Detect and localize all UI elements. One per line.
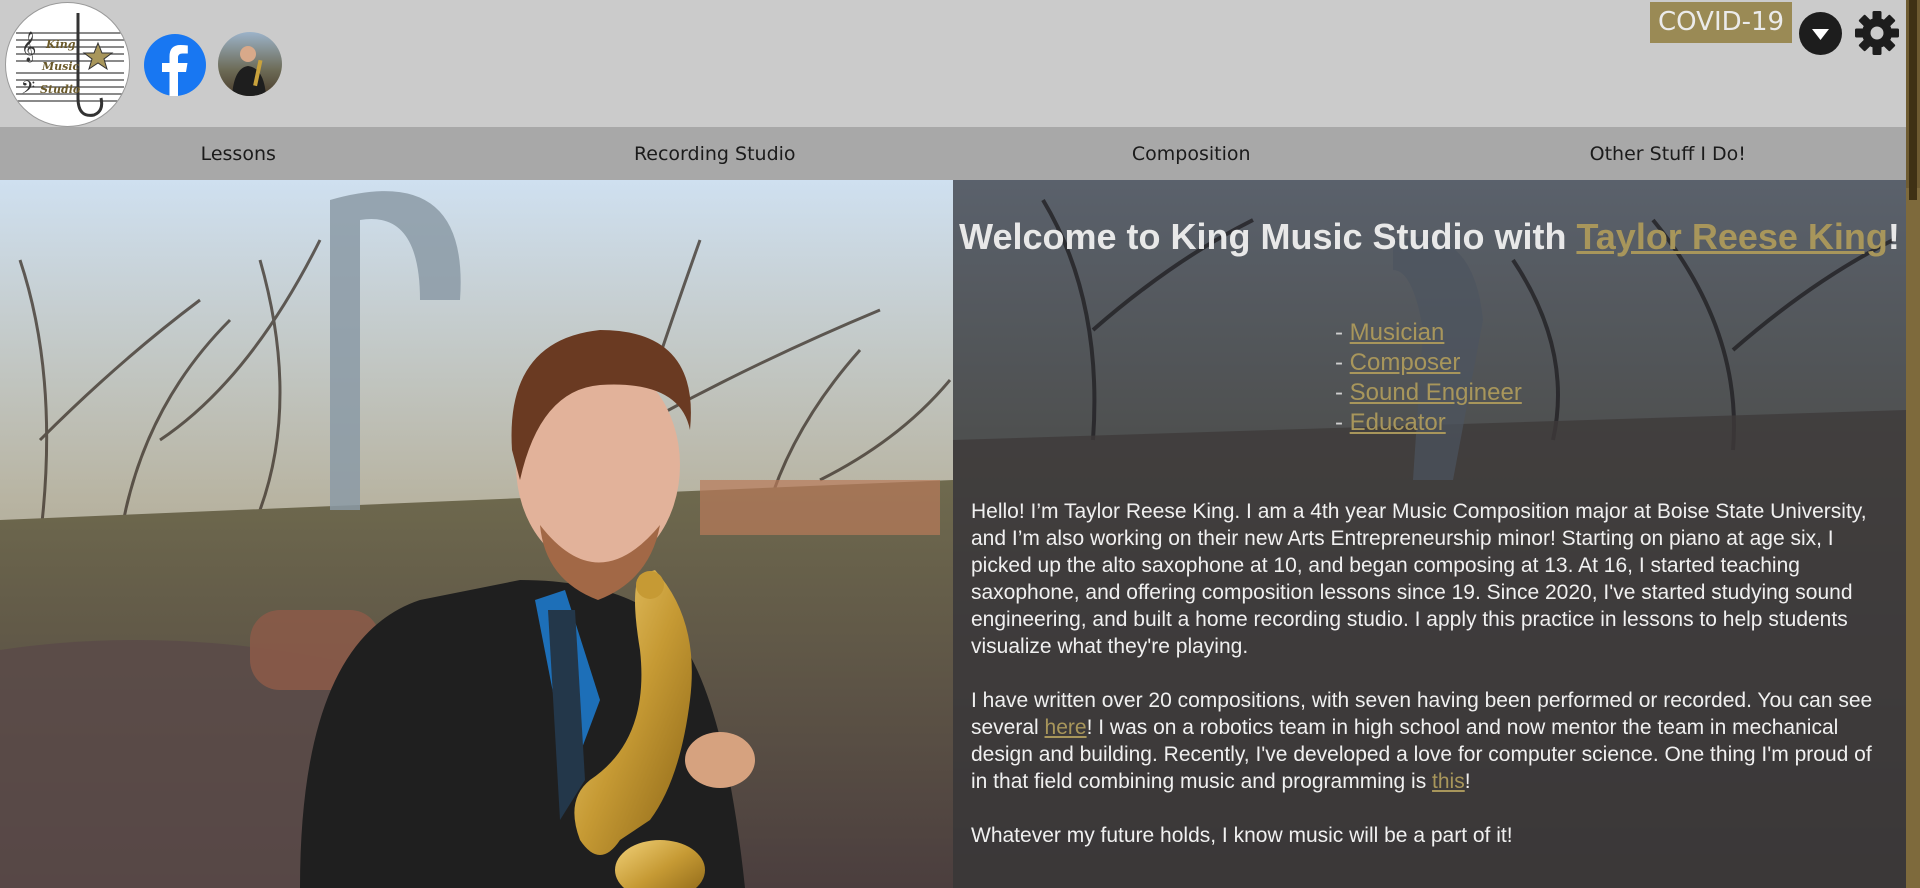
nav-item-composition[interactable]: Composition — [953, 127, 1430, 180]
svg-text:𝄞: 𝄞 — [21, 31, 36, 63]
bio-paragraph-2: I have written over 20 compositions, wit… — [971, 687, 1891, 795]
list-item: - Sound Engineer — [1335, 378, 1522, 408]
profile-avatar[interactable] — [218, 32, 282, 96]
gear-icon[interactable] — [1854, 10, 1900, 56]
chevron-down-icon[interactable] — [1799, 12, 1842, 55]
role-dash: - — [1335, 409, 1350, 436]
bio-p2-text-b: ! I was on a robotics team in high schoo… — [971, 716, 1872, 793]
logo-text-2: Music — [41, 60, 80, 73]
page-scrollbar[interactable] — [1906, 0, 1920, 888]
covid-19-button[interactable]: COVID-19 — [1650, 2, 1793, 43]
bio-text: Hello! I’m Taylor Reese King. I am a 4th… — [971, 498, 1891, 876]
svg-text:𝄢: 𝄢 — [21, 78, 35, 103]
scrollbar-thumb[interactable] — [1909, 0, 1917, 200]
list-item: - Educator — [1335, 408, 1522, 438]
facebook-icon[interactable] — [144, 34, 206, 96]
composer-link[interactable]: Composer — [1350, 349, 1461, 376]
studio-logo[interactable]: 𝄞 𝄢 King Music Studio — [5, 2, 130, 127]
educator-link[interactable]: Educator — [1350, 409, 1446, 436]
taylor-reese-king-link[interactable]: Taylor Reese King — [1576, 216, 1887, 257]
musician-link[interactable]: Musician — [1350, 319, 1445, 346]
welcome-prefix: Welcome to King Music Studio with — [959, 216, 1577, 257]
main-nav: Lessons Recording Studio Composition Oth… — [0, 127, 1906, 180]
intro-panel: Welcome to King Music Studio with Taylor… — [953, 180, 1906, 888]
bio-p2-text-c: ! — [1464, 770, 1471, 793]
list-item: - Musician — [1335, 318, 1522, 348]
role-dash: - — [1335, 349, 1350, 376]
nav-item-other-stuff[interactable]: Other Stuff I Do! — [1430, 127, 1907, 180]
hero-section: Welcome to King Music Studio with Taylor… — [0, 180, 1906, 888]
nav-item-recording-studio[interactable]: Recording Studio — [477, 127, 954, 180]
logo-graphic: 𝄞 𝄢 King Music Studio — [16, 13, 124, 117]
nav-item-lessons[interactable]: Lessons — [0, 127, 477, 180]
project-this-link[interactable]: this — [1432, 770, 1465, 793]
bio-paragraph-3: Whatever my future holds, I know music w… — [971, 824, 1513, 847]
welcome-suffix: ! — [1887, 216, 1900, 257]
compositions-here-link[interactable]: here — [1045, 716, 1087, 739]
sound-engineer-link[interactable]: Sound Engineer — [1350, 379, 1522, 406]
site-header: 𝄞 𝄢 King Music Studio COVID-19 — [0, 0, 1920, 127]
logo-text-3: Studio — [40, 83, 80, 96]
list-item: - Composer — [1335, 348, 1522, 378]
bio-paragraph-1: Hello! I’m Taylor Reese King. I am a 4th… — [971, 500, 1867, 658]
logo-text-1: King — [45, 38, 76, 51]
saxophone-player-photo — [0, 180, 953, 888]
role-dash: - — [1335, 379, 1350, 406]
role-dash: - — [1335, 319, 1350, 346]
roles-list: - Musician - Composer - Sound Engineer -… — [1335, 318, 1522, 438]
welcome-heading: Welcome to King Music Studio with Taylor… — [953, 216, 1906, 258]
